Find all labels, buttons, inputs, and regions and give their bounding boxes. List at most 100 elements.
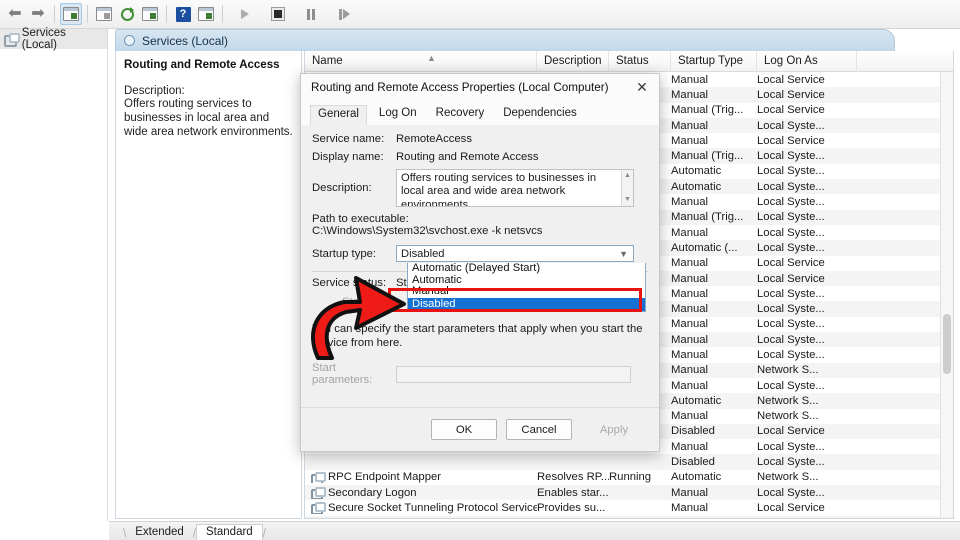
column-header-log-on-as[interactable]: Log On As bbox=[757, 51, 857, 72]
table-row[interactable]: Security Accounts ManagerThe startup ...… bbox=[305, 515, 953, 518]
properties-button[interactable] bbox=[93, 3, 115, 25]
tab-recovery[interactable]: Recovery bbox=[429, 105, 492, 125]
row-status: Running bbox=[609, 517, 671, 518]
table-row[interactable]: Secure Socket Tunneling Protocol Service… bbox=[305, 500, 953, 515]
show-hide-console-tree-button[interactable] bbox=[60, 3, 82, 25]
ok-button[interactable]: OK bbox=[431, 419, 497, 440]
row-log-on-as: Local Syste... bbox=[757, 226, 825, 239]
row-log-on-as: Network S... bbox=[757, 364, 819, 377]
row-log-on-as: Local Service bbox=[757, 501, 825, 514]
row-log-on-as: Local Syste... bbox=[757, 379, 825, 392]
row-log-on-as: Local Service bbox=[757, 88, 825, 101]
console-tree-pane: Services (Local) bbox=[0, 27, 108, 521]
service-icon bbox=[311, 517, 326, 518]
column-header-startup-type[interactable]: Startup Type bbox=[671, 51, 757, 72]
export-list-button[interactable] bbox=[139, 3, 161, 25]
stop-service-button[interactable] bbox=[267, 3, 289, 25]
row-log-on-as: Local Syste... bbox=[757, 333, 825, 346]
row-log-on-as: Network S... bbox=[757, 394, 819, 407]
table-row[interactable]: RPC Endpoint Mapper Resolves RP... Running… bbox=[305, 470, 953, 485]
view-tabs: \ Extended / Standard / bbox=[109, 521, 960, 540]
table-row[interactable]: Secondary Logon Enables star... Manual Loca… bbox=[305, 485, 953, 501]
help-button[interactable]: ? bbox=[172, 3, 194, 25]
pane-header: Services (Local) bbox=[115, 29, 895, 51]
forward-button[interactable]: ➡ bbox=[27, 3, 49, 25]
table-row[interactable]: Disabled Local Syste... bbox=[305, 454, 953, 470]
pause-service-button[interactable] bbox=[300, 3, 322, 25]
startup-type-dropdown[interactable]: Automatic (Delayed Start) Automatic Manu… bbox=[407, 263, 646, 312]
row-startup-type: Manual bbox=[671, 73, 709, 86]
row-startup-type: Manual bbox=[671, 226, 709, 239]
sort-ascending-icon: ▲ bbox=[427, 53, 436, 63]
tab-slash-right: / bbox=[262, 528, 266, 540]
row-startup-type: Manual bbox=[671, 379, 709, 392]
back-arrow-icon: ⬅ bbox=[8, 5, 22, 22]
service-name-row: Service name: RemoteAccess bbox=[312, 133, 648, 145]
row-log-on-as: Local Service bbox=[757, 134, 825, 147]
column-header-name[interactable]: Name bbox=[305, 51, 537, 72]
tree-item-services-local[interactable]: Services (Local) bbox=[0, 27, 107, 51]
cancel-button[interactable]: Cancel bbox=[506, 419, 572, 440]
row-log-on-as: Local Syste... bbox=[757, 180, 825, 193]
start-parameters-input[interactable] bbox=[396, 365, 631, 383]
service-properties-dialog: Routing and Remote Access Properties (Lo… bbox=[300, 73, 660, 452]
row-log-on-as: Local Syste... bbox=[757, 348, 825, 361]
dropdown-option-disabled[interactable]: Disabled bbox=[408, 297, 645, 311]
tab-general[interactable]: General bbox=[310, 105, 367, 125]
row-startup-type: Manual bbox=[671, 410, 709, 423]
dialog-footer: OK Cancel Apply bbox=[301, 407, 659, 451]
row-startup-type: Manual bbox=[671, 196, 709, 209]
tab-extended[interactable]: Extended bbox=[126, 525, 193, 540]
row-log-on-as: Network S... bbox=[757, 410, 819, 423]
restart-service-button[interactable] bbox=[333, 3, 355, 25]
tab-log-on[interactable]: Log On bbox=[372, 105, 424, 125]
row-log-on-as: Local Syste... bbox=[757, 211, 825, 224]
back-button[interactable]: ⬅ bbox=[4, 3, 26, 25]
startup-type-combobox[interactable]: Disabled ▼ bbox=[396, 245, 634, 262]
row-startup-type: Manual bbox=[671, 272, 709, 285]
row-startup-type: Automatic bbox=[671, 165, 722, 178]
dialog-title-bar: Routing and Remote Access Properties (Lo… bbox=[301, 74, 659, 100]
column-header-description[interactable]: Description bbox=[537, 51, 609, 72]
show-hide-action-pane-button[interactable] bbox=[195, 3, 217, 25]
row-description: Resolves RP... bbox=[537, 471, 609, 484]
tab-standard[interactable]: Standard bbox=[196, 524, 263, 540]
row-startup-type: Manual bbox=[671, 440, 709, 453]
row-startup-type: Manual bbox=[671, 88, 709, 101]
dropdown-option-manual[interactable]: Manual bbox=[408, 286, 645, 298]
tab-dependencies[interactable]: Dependencies bbox=[496, 105, 584, 125]
row-startup-type: Manual (Trig... bbox=[671, 150, 744, 163]
dropdown-option-automatic[interactable]: Automatic bbox=[408, 275, 645, 287]
help-icon: ? bbox=[175, 6, 191, 22]
row-log-on-as: Local Syste... bbox=[757, 440, 825, 453]
list-vertical-scrollbar[interactable] bbox=[940, 72, 953, 518]
close-icon[interactable]: ✕ bbox=[625, 74, 659, 100]
start-button[interactable]: Start bbox=[312, 296, 396, 308]
tree-item-label: Services (Local) bbox=[21, 27, 66, 51]
list-scroll-thumb[interactable] bbox=[943, 314, 951, 374]
start-service-button[interactable] bbox=[234, 3, 256, 25]
services-window: ⬅ ➡ ? Services (Local) Services (Local) … bbox=[0, 0, 960, 540]
row-log-on-as: Local Syste... bbox=[757, 486, 825, 499]
row-log-on-as: Local Syste... bbox=[757, 318, 825, 331]
description-textbox-value: Offers routing services to businesses in… bbox=[401, 172, 597, 207]
row-startup-type: Manual bbox=[671, 501, 709, 514]
row-startup-type: Automatic bbox=[671, 471, 722, 484]
description-scrollbar[interactable]: ▲ ▼ bbox=[621, 170, 633, 206]
toolbar-separator-2 bbox=[87, 5, 88, 23]
dialog-description-label: Description: bbox=[312, 182, 372, 194]
row-startup-type: Manual bbox=[671, 119, 709, 132]
row-startup-type: Manual bbox=[671, 287, 709, 300]
refresh-button[interactable] bbox=[116, 3, 138, 25]
service-description-panel: Routing and Remote Access Description: O… bbox=[115, 51, 302, 519]
apply-button[interactable]: Apply bbox=[581, 419, 647, 440]
display-name-label: Display name: bbox=[312, 151, 384, 163]
description-textbox[interactable]: Offers routing services to businesses in… bbox=[396, 169, 634, 207]
description-text: Offers routing services to businesses in… bbox=[124, 98, 293, 139]
service-name-label: Service name: bbox=[312, 133, 385, 145]
dropdown-option-automatic-delayed[interactable]: Automatic (Delayed Start) bbox=[408, 263, 645, 275]
path-value: C:\Windows\System32\svchost.exe -k netsv… bbox=[312, 225, 543, 237]
row-startup-type: Disabled bbox=[671, 456, 715, 469]
service-status-label: Service status: bbox=[312, 277, 387, 289]
column-header-status[interactable]: Status bbox=[609, 51, 671, 72]
